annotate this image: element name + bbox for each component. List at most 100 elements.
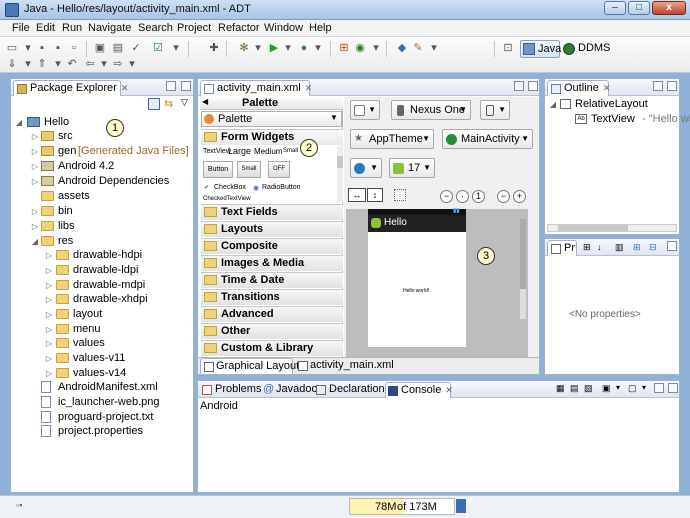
collapse-icon[interactable]: ▷ [45,263,53,278]
activity-content[interactable]: Hello world! [368,232,466,347]
print-icon[interactable]: ▫ [66,41,82,55]
maximize-button[interactable]: □ [628,1,650,15]
scrollbar-thumb[interactable] [520,219,526,289]
menu-refactor[interactable]: Refactor [218,22,260,34]
new-class-dropdown-icon[interactable]: ▾ [368,41,384,55]
emulate-real-size-icon[interactable]: ↔ [348,188,366,202]
large-text-widget[interactable]: Large [228,146,251,156]
android-sdk-icon[interactable]: ▣ [92,41,108,55]
minimize-view-icon[interactable] [654,383,664,393]
palette-dropdown[interactable]: Palette ▼ [201,111,342,127]
garbage-collect-icon[interactable] [456,499,466,513]
collapse-icon[interactable]: ▷ [45,322,53,337]
checkbox-widget[interactable]: CheckBox [214,184,246,191]
hello-world-textview[interactable]: Hello world! [403,288,429,294]
button-widget[interactable]: Button [203,161,233,178]
collapse-icon[interactable]: ▷ [31,204,39,219]
tab-declaration[interactable]: Declaration [314,382,385,398]
layout-chooser[interactable]: ▼ [350,100,380,120]
zoom-out-icon[interactable]: − [440,190,453,203]
collapse-icon[interactable]: ▷ [45,248,53,263]
chevron-down-icon[interactable]: ▾ [616,383,620,392]
collapse-icon[interactable]: ▷ [31,144,39,159]
theme-chooser[interactable]: ★ AppTheme ▼ [350,129,434,149]
menu-window[interactable]: Window [264,22,303,34]
canvas-scrollbar[interactable] [520,219,526,319]
collapse-icon[interactable]: ▷ [45,307,53,322]
sort-az-icon[interactable]: ↓ [597,242,602,252]
collapse-icon[interactable]: ▷ [31,174,39,189]
save-icon[interactable]: ▪ [34,41,50,55]
small-button-widget[interactable]: Small [237,161,261,178]
toggle-button-widget[interactable]: OFF [268,161,290,178]
textview-widget[interactable]: TextView [203,148,231,155]
collapse-icon[interactable]: ▷ [45,292,53,307]
menu-search[interactable]: Search [138,22,173,34]
debug-dropdown-icon[interactable]: ▾ [250,41,266,55]
search-tools-icon[interactable]: ✎ [410,41,426,55]
fast-view-icon[interactable]: ▫▪ [16,500,22,510]
minimize-button[interactable]: ‒ [604,1,626,15]
close-icon[interactable]: ✕ [445,385,453,395]
open-perspective-icon[interactable]: ⊡ [500,41,516,55]
run-dropdown-icon[interactable]: ▾ [280,41,296,55]
activity-chooser[interactable]: MainActivity ▼ [442,129,533,149]
collapse-icon[interactable]: ▷ [31,219,39,234]
tab-outline[interactable]: Outline ✕ [547,80,611,96]
zoom-100-icon[interactable]: 1 [472,190,485,203]
heap-status[interactable]: 78M of 173M [349,498,455,515]
tab-graphical-layout[interactable]: Graphical Layout [200,358,299,374]
expand-icon[interactable]: ◢ [15,115,23,130]
avd-manager-icon[interactable]: ▤ [110,41,126,55]
minimize-view-icon[interactable] [653,81,663,91]
forward-dropdown-icon[interactable]: ▾ [124,57,140,71]
open-type-icon[interactable]: ◆ [394,41,410,55]
device-chooser[interactable]: Nexus One ▼ [391,100,471,120]
fit-height-icon[interactable]: ↕ [367,188,383,202]
menu-edit[interactable]: Edit [36,22,55,34]
minimize-view-icon[interactable] [514,81,524,91]
close-icon[interactable]: ✕ [305,83,313,93]
link-with-editor-icon[interactable]: ⇆ [164,98,176,110]
orientation-chooser[interactable]: ▼ [480,100,510,120]
close-icon[interactable]: ✕ [121,83,129,93]
menu-file[interactable]: File [12,22,30,34]
new-java-package-icon[interactable]: ⊞ [336,41,352,55]
dropdown-icon[interactable]: ▾ [168,41,184,55]
external-tools-dropdown-icon[interactable]: ▾ [310,41,326,55]
scroll-lock-icon[interactable]: ▤ [570,383,579,394]
menu-navigate[interactable]: Navigate [88,22,131,34]
new-icon[interactable]: ▭ [4,41,20,55]
collapse-icon[interactable]: ▷ [45,351,53,366]
zoom-in-icon[interactable]: + [513,190,526,203]
maximize-view-icon[interactable] [667,81,677,91]
palette-category-layouts[interactable]: Layouts [201,221,343,237]
tab-activity-main[interactable]: activity_main.xml ✕ [200,80,313,96]
last-edit-icon[interactable]: ↶ [64,57,80,71]
outline-hscrollbar[interactable] [547,224,677,232]
maximize-view-icon[interactable] [667,241,677,251]
search-dropdown-icon[interactable]: ▾ [426,41,442,55]
tab-package-explorer[interactable]: Package Explorer ✕ [13,80,128,96]
tab-problems[interactable]: Problems [200,382,261,398]
pin-console-icon[interactable]: ▧ [584,383,593,394]
display-console-icon[interactable]: ▣ [602,383,611,394]
next-annotation-icon[interactable]: ⇓ [4,57,20,71]
open-console-icon[interactable]: ▢ [628,383,637,394]
small-text-widget[interactable]: Small [283,148,298,154]
collapse-icon[interactable]: ▷ [31,129,39,144]
checkedtextview-widget[interactable]: CheckedTextView [203,196,251,202]
maximize-view-icon[interactable] [181,81,191,91]
palette-collapse-icon[interactable]: ◀ [202,97,208,106]
ddms-perspective-button[interactable]: DDMS [578,42,610,54]
collapse-all-icon[interactable]: ⊟ [649,242,657,253]
collapse-icon[interactable]: ▷ [45,336,53,351]
close-icon[interactable]: ✕ [603,83,611,93]
new-android-project-icon[interactable]: ✚ [206,41,222,55]
palette-category-other[interactable]: Other [201,323,343,339]
tab-properties[interactable]: Pr [547,240,577,256]
view-menu-icon[interactable]: ▽ [181,97,188,108]
zoom-reset-icon[interactable]: − [497,190,510,203]
collapse-icon[interactable]: ▷ [31,159,39,174]
maximize-view-icon[interactable] [668,383,678,393]
